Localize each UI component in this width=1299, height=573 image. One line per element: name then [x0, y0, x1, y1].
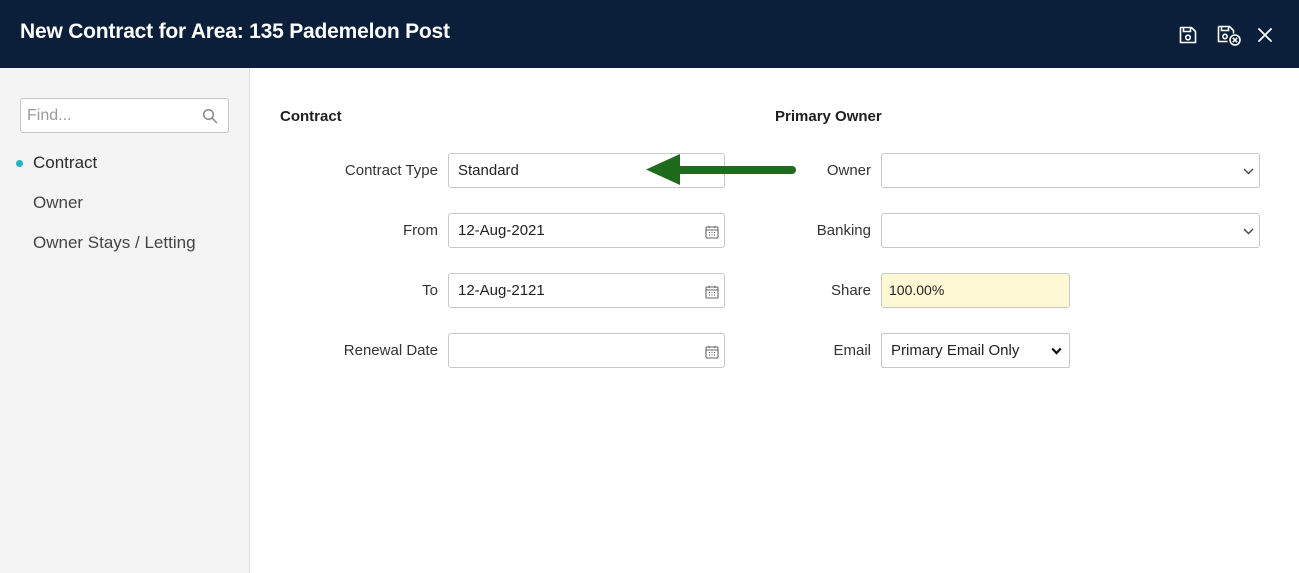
from-date-field[interactable]: 12-Aug-2021	[448, 213, 725, 248]
share-value: 100.00%	[889, 282, 945, 298]
contract-type-value: Standard	[458, 162, 519, 179]
contract-type-label: Contract Type	[344, 162, 438, 179]
owner-select[interactable]	[881, 153, 1260, 188]
to-label: To	[422, 282, 438, 299]
sidebar-item-owner[interactable]: Owner	[33, 193, 83, 213]
email-label: Email	[833, 342, 871, 359]
chevron-down-icon	[1051, 347, 1062, 355]
share-label: Share	[830, 282, 871, 299]
sidebar: Contract Owner Owner Stays / Letting	[0, 68, 250, 573]
green-arrow-annotation	[646, 154, 796, 185]
save-close-icon	[1217, 25, 1241, 46]
close-button[interactable]	[1252, 22, 1278, 48]
find-box	[20, 98, 229, 133]
window-title: New Contract for Area: 135 Pademelon Pos…	[20, 20, 450, 43]
calendar-icon[interactable]	[705, 345, 719, 359]
calendar-icon[interactable]	[705, 285, 719, 299]
share-field[interactable]: 100.00%	[881, 273, 1070, 308]
from-label: From	[403, 222, 438, 239]
window-header: New Contract for Area: 135 Pademelon Pos…	[0, 0, 1299, 68]
active-indicator-dot	[16, 160, 23, 167]
banking-select[interactable]	[881, 213, 1260, 248]
to-date-field[interactable]: 12-Aug-2121	[448, 273, 725, 308]
calendar-icon[interactable]	[705, 225, 719, 239]
sidebar-item-owner-stays-letting[interactable]: Owner Stays / Letting	[33, 233, 196, 253]
email-value: Primary Email Only	[891, 342, 1020, 359]
primary-owner-section-title: Primary Owner	[775, 108, 882, 125]
sidebar-item-contract[interactable]: Contract	[33, 153, 97, 173]
from-date-value: 12-Aug-2021	[458, 222, 545, 239]
owner-label: Owner	[826, 162, 871, 179]
save-button[interactable]	[1175, 22, 1201, 48]
banking-label: Banking	[816, 222, 871, 239]
to-date-value: 12-Aug-2121	[458, 282, 545, 299]
chevron-down-icon	[1243, 228, 1254, 235]
save-and-close-button[interactable]	[1214, 22, 1244, 48]
chevron-down-icon	[1243, 168, 1254, 175]
search-icon[interactable]	[202, 108, 218, 124]
renewal-date-field[interactable]	[448, 333, 725, 368]
find-input[interactable]	[21, 99, 196, 132]
contract-section-title: Contract	[280, 108, 342, 125]
email-select[interactable]: Primary Email Only	[881, 333, 1070, 368]
save-icon	[1179, 26, 1197, 44]
renewal-date-label: Renewal Date	[343, 342, 438, 359]
close-icon	[1258, 28, 1272, 42]
